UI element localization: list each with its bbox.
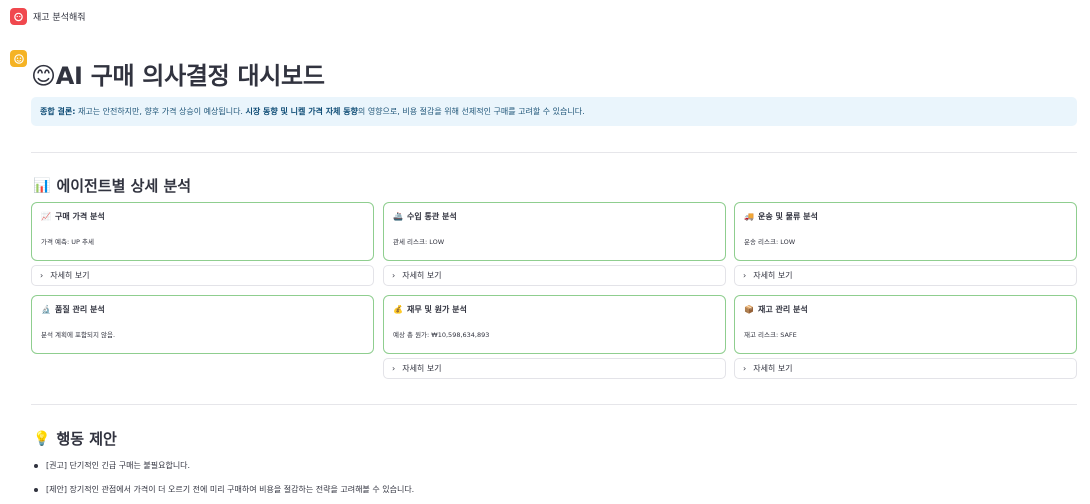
expander-label: 자세히 보기: [50, 271, 90, 280]
expander-purchase-price[interactable]: › 자세히 보기: [31, 265, 374, 286]
card-title: 구매 가격 분석: [54, 212, 105, 221]
action-text: [제안] 장기적인 관점에서 가격이 더 오르기 전에 미리 구매하여 비용을 …: [46, 485, 415, 494]
card-title: 운송 및 물류 분석: [757, 212, 818, 221]
card-title: 재무 및 원가 분석: [406, 305, 467, 314]
card-finance-cost: 💰 재무 및 원가 분석 예상 총 원가: ₩10,598,634,893: [383, 295, 726, 354]
lightbulb-icon: 💡: [33, 430, 51, 447]
title-emoji-icon: 😊: [31, 62, 56, 90]
card-inventory: 📦 재고 관리 분석 재고 리스크: SAFE: [734, 295, 1077, 354]
summary-text-2: 의 영향으로, 비용 절감을 위해 선제적인 구매를 고려할 수 있습니다.: [357, 107, 585, 116]
divider: [31, 152, 1077, 153]
card-body: 운송 리스크: LOW: [744, 238, 796, 246]
actions-section-title-text: 행동 제안: [56, 430, 117, 448]
divider: [31, 404, 1077, 405]
chevron-right-icon: ›: [392, 271, 396, 280]
expander-label: 자세히 보기: [753, 364, 793, 373]
bar-chart-icon: 📊: [33, 177, 51, 194]
microscope-icon: 🔬: [41, 305, 51, 314]
action-text: [권고] 단기적인 긴급 구매는 불필요합니다.: [46, 461, 191, 470]
app-title: 재고 분석해줘: [33, 12, 86, 23]
expander-inventory[interactable]: › 자세히 보기: [734, 358, 1077, 379]
truck-icon: 🚚: [744, 212, 754, 221]
card-import-customs: 🚢 수입 통관 분석 관세 리스크: LOW: [383, 202, 726, 261]
page-title-text: AI 구매 의사결정 대시보드: [55, 62, 325, 90]
agents-section-title: 📊 에이전트별 상세 분석: [33, 175, 191, 196]
expander-label: 자세히 보기: [753, 271, 793, 280]
actions-section-title: 💡 행동 제안: [33, 428, 117, 449]
card-body: 가격 예측: UP 추세: [41, 238, 94, 246]
agents-section-title-text: 에이전트별 상세 분석: [56, 177, 192, 195]
chevron-right-icon: ›: [743, 364, 747, 373]
card-title: 품질 관리 분석: [54, 305, 105, 314]
card-body: 관세 리스크: LOW: [393, 238, 445, 246]
summary-label: 종합 결론:: [40, 107, 76, 116]
summary-highlight: 시장 동향 및 니켈 가격 자체 동향: [245, 107, 358, 116]
list-item: [제안] 장기적인 관점에서 가격이 더 오르기 전에 미리 구매하여 비용을 …: [34, 484, 414, 495]
bullet-icon: [34, 487, 38, 492]
card-title: 재고 관리 분석: [757, 305, 808, 314]
list-item: [권고] 단기적인 긴급 구매는 불필요합니다.: [34, 460, 190, 471]
page-title: 😊AI 구매 의사결정 대시보드: [31, 56, 325, 91]
package-icon: 📦: [744, 305, 754, 314]
expander-label: 자세히 보기: [402, 364, 442, 373]
card-title: 수입 통관 분석: [406, 212, 457, 221]
card-logistics: 🚚 운송 및 물류 분석 운송 리스크: LOW: [734, 202, 1077, 261]
app-header: 재고 분석해줘: [10, 7, 86, 25]
chevron-right-icon: ›: [40, 271, 44, 280]
chevron-right-icon: ›: [743, 271, 747, 280]
summary-text-1: 재고는 안전하지만, 향후 가격 상승이 예상됩니다.: [75, 107, 246, 116]
summary-box: 종합 결론: 재고는 안전하지만, 향후 가격 상승이 예상됩니다. 시장 동향…: [31, 97, 1077, 126]
bullet-icon: [34, 463, 38, 468]
money-bag-icon: 💰: [393, 305, 403, 314]
card-purchase-price: 📈 구매 가격 분석 가격 예측: UP 추세: [31, 202, 374, 261]
card-body: 재고 리스크: SAFE: [744, 331, 797, 339]
expander-label: 자세히 보기: [402, 271, 442, 280]
chart-up-icon: 📈: [41, 212, 51, 221]
expander-logistics[interactable]: › 자세히 보기: [734, 265, 1077, 286]
assistant-avatar-icon: [10, 50, 27, 67]
expander-finance-cost[interactable]: › 자세히 보기: [383, 358, 726, 379]
ship-icon: 🚢: [393, 212, 403, 221]
card-quality: 🔬 품질 관리 분석 분석 계획에 포함되지 않음.: [31, 295, 374, 354]
card-body: 예상 총 원가: ₩10,598,634,893: [393, 331, 490, 339]
card-body: 분석 계획에 포함되지 않음.: [41, 331, 116, 339]
app-logo-icon: [10, 7, 27, 25]
chevron-right-icon: ›: [392, 364, 396, 373]
expander-import-customs[interactable]: › 자세히 보기: [383, 265, 726, 286]
